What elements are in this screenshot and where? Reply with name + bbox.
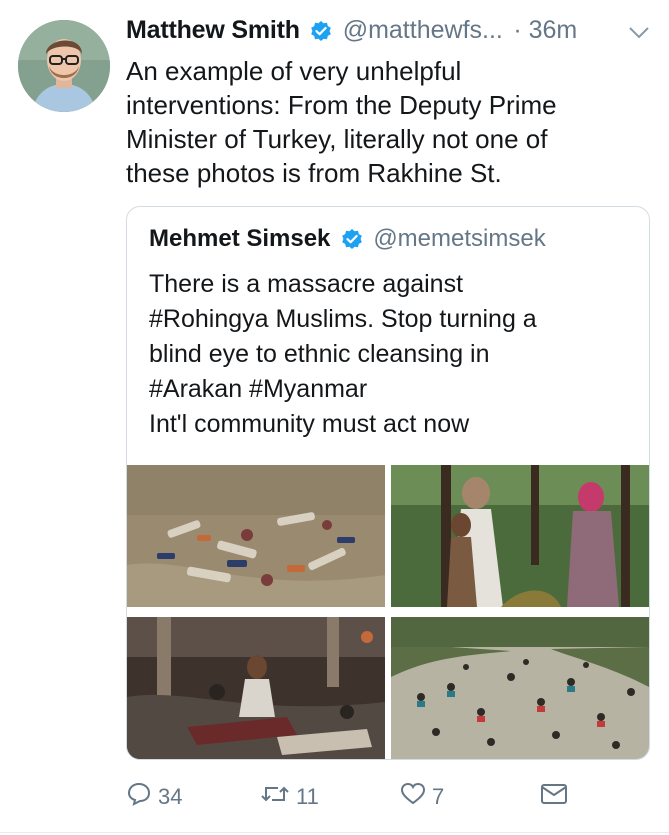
like-icon <box>400 782 432 812</box>
divider <box>0 832 669 833</box>
tweet-header: Matthew Smith @matthewfs... · 36m <box>126 16 656 52</box>
reply-count: 34 <box>158 784 183 809</box>
author-handle[interactable]: @matthewfs... <box>343 16 503 45</box>
tweet-timestamp[interactable]: · 36m <box>513 16 577 45</box>
retweet-count: 11 <box>296 784 319 809</box>
quoted-text: There is a massacre against #Rohingya Mu… <box>149 270 537 438</box>
direct-message-button[interactable] <box>540 782 574 812</box>
like-count: 7 <box>432 784 445 809</box>
like-button[interactable]: 7 <box>400 782 444 812</box>
quoted-header: Mehmet Simsek @memetsimsek <box>149 225 546 253</box>
photo-grid <box>127 465 649 759</box>
tweet-actions: 34 11 7 <box>126 782 646 812</box>
verified-badge-icon <box>341 228 363 250</box>
retweet-button[interactable]: 11 <box>260 782 319 812</box>
author-name[interactable]: Matthew Smith <box>126 16 300 45</box>
avatar[interactable] <box>18 20 110 112</box>
chevron-down-icon[interactable] <box>628 26 650 45</box>
quoted-author-name: Mehmet Simsek <box>149 225 331 252</box>
tweet-text: An example of very unhelpful interventio… <box>126 56 557 188</box>
quoted-author-handle: @memetsimsek <box>373 225 546 252</box>
reply-icon <box>126 782 158 812</box>
photo-4[interactable] <box>391 617 649 759</box>
reply-button[interactable]: 34 <box>126 782 182 812</box>
photo-1[interactable] <box>127 465 385 607</box>
photo-3[interactable] <box>127 617 385 759</box>
retweet-icon <box>260 782 296 812</box>
photo-2[interactable] <box>391 465 649 607</box>
quoted-tweet[interactable]: Mehmet Simsek @memetsimsek There is a ma… <box>126 206 650 760</box>
direct-message-icon <box>540 782 574 812</box>
verified-badge-icon <box>310 20 332 42</box>
